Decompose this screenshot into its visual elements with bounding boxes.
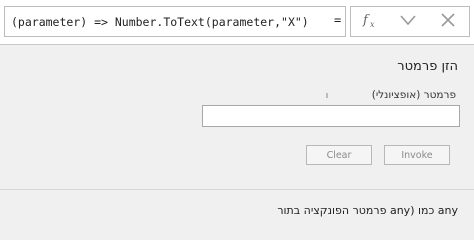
- checkmark-icon: [399, 12, 417, 31]
- formula-bar-buttons: f x: [350, 6, 470, 37]
- invoke-button[interactable]: Invoke: [384, 145, 450, 165]
- formula-equals-sign: =: [334, 13, 342, 27]
- panel-title: הזן פרמטר: [397, 59, 458, 74]
- cancel-formula-button[interactable]: [431, 7, 465, 36]
- fx-button[interactable]: f x: [353, 7, 387, 36]
- formula-bar: (parameter) => Number.ToText(parameter,"…: [0, 0, 474, 45]
- confirm-button[interactable]: [391, 7, 425, 36]
- divider: [0, 189, 474, 190]
- svg-text:f: f: [362, 13, 370, 28]
- formula-input[interactable]: (parameter) => Number.ToText(parameter,"…: [4, 6, 346, 37]
- svg-text:x: x: [370, 20, 375, 29]
- formula-expression: (parameter) => Number.ToText(parameter,"…: [11, 15, 309, 29]
- clear-button[interactable]: Clear: [306, 145, 372, 165]
- text-cursor-mark: [326, 93, 328, 98]
- parameter-input[interactable]: [202, 105, 460, 127]
- parameter-field-label: פרמטר (אופציונלי): [371, 89, 456, 101]
- invoke-panel: הזן פרמטר פרמטר (אופציונלי) Clear Invoke…: [0, 45, 474, 226]
- close-icon: [440, 12, 456, 32]
- formula-text: (parameter) => Number.ToText(parameter,"…: [11, 15, 321, 29]
- fx-icon: f x: [362, 11, 378, 33]
- parameter-type-hint: פרמטר הפונקציה בתור any) כמו any: [277, 204, 458, 217]
